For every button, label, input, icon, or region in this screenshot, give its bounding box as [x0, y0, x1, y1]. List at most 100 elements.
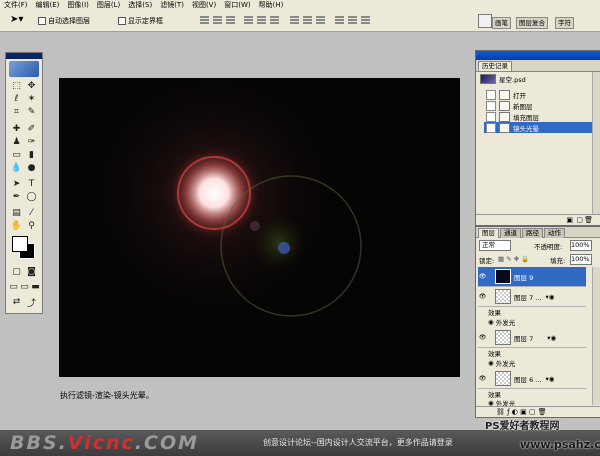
show-bounds-checkbox[interactable]: [118, 17, 126, 25]
clone-stamp-icon[interactable]: ♟: [10, 136, 23, 148]
type-tool-icon[interactable]: T: [25, 178, 38, 190]
align-right-icon[interactable]: [270, 15, 279, 25]
distribute-bottom-icon[interactable]: [316, 15, 325, 25]
layer-effects-icon[interactable]: ▾◉: [545, 293, 554, 301]
distribute-center-icon[interactable]: [348, 15, 357, 25]
history-source-checkbox[interactable]: [486, 111, 496, 122]
history-source-checkbox[interactable]: [486, 89, 496, 100]
well-tab-character[interactable]: 字符: [555, 17, 574, 29]
marquee-tool-icon[interactable]: ⬚: [10, 80, 23, 92]
distribute-middle-icon[interactable]: [303, 15, 312, 25]
align-bottom-icon[interactable]: [226, 15, 235, 25]
layers-scrollbar[interactable]: [592, 267, 600, 405]
tab-layers[interactable]: 图层: [478, 228, 499, 238]
history-snapshot[interactable]: 星空.psd: [480, 73, 592, 84]
history-brush-icon[interactable]: ✑: [25, 136, 38, 148]
effect-outer-glow[interactable]: ◉ 外发光: [488, 317, 586, 327]
history-item-open[interactable]: 打开: [484, 89, 596, 100]
link-layers-icon[interactable]: ⛓ ƒ ◐ ▣ ▢ 🗑: [496, 408, 547, 416]
menu-help[interactable]: 帮助(H): [255, 0, 288, 11]
fill-field[interactable]: 100%: [570, 254, 592, 265]
align-left-icon[interactable]: [244, 15, 253, 25]
blend-mode-select[interactable]: 正常: [479, 240, 511, 251]
pen-tool-icon[interactable]: ✒: [10, 191, 23, 203]
file-browser-icon[interactable]: [478, 14, 492, 28]
standard-mode-icon[interactable]: ▢: [10, 266, 23, 278]
menu-image[interactable]: 图像(I): [63, 0, 93, 11]
dodge-tool-icon[interactable]: ●: [25, 162, 38, 174]
menu-edit[interactable]: 编辑(E): [32, 0, 64, 11]
new-document-icon[interactable]: ▢: [576, 216, 583, 224]
eye-icon[interactable]: 👁: [478, 334, 487, 341]
effects-row[interactable]: 效果: [488, 348, 586, 358]
auto-select-checkbox[interactable]: [38, 17, 46, 25]
new-snapshot-icon[interactable]: ▣: [566, 216, 573, 224]
show-bounds-option[interactable]: 显示定界框: [118, 16, 163, 26]
well-tab-layer-comps[interactable]: 图层复合: [516, 17, 548, 29]
magic-wand-icon[interactable]: ✶: [25, 93, 38, 105]
lasso-tool-icon[interactable]: ℓ: [10, 93, 23, 105]
eye-icon[interactable]: 👁: [478, 273, 487, 280]
menu-filter[interactable]: 滤镜(T): [156, 0, 188, 11]
tab-paths[interactable]: 路径: [522, 228, 543, 238]
opacity-field[interactable]: 100%: [570, 240, 592, 251]
align-center-icon[interactable]: [257, 15, 266, 25]
jump-to-imageready-icon[interactable]: ⤴: [25, 296, 38, 309]
blur-tool-icon[interactable]: 💧: [10, 162, 23, 174]
menu-select[interactable]: 选择(S): [124, 0, 156, 11]
brush-tool-icon[interactable]: ✐: [25, 123, 38, 135]
distribute-top-icon[interactable]: [290, 15, 299, 25]
move-tool-icon[interactable]: ➤▾: [10, 14, 23, 25]
distribute-left-icon[interactable]: [335, 15, 344, 25]
menu-layer[interactable]: 图层(L): [93, 0, 124, 11]
lock-icons[interactable]: ▦ ✎ ✥ 🔒: [498, 255, 529, 263]
document-canvas[interactable]: [59, 78, 460, 377]
effect-outer-glow[interactable]: ◉ 外发光: [488, 358, 586, 368]
quick-mask-icon[interactable]: ◙: [25, 266, 38, 278]
tab-channels[interactable]: 通道: [500, 228, 521, 238]
layer-row[interactable]: 👁 图层 9: [478, 267, 586, 287]
distribute-right-icon[interactable]: [361, 15, 370, 25]
healing-brush-icon[interactable]: ✚: [10, 123, 23, 135]
history-source-checkbox[interactable]: [486, 122, 496, 133]
layer-effects-icon[interactable]: ▾◉: [545, 375, 554, 383]
menu-view[interactable]: 视图(V): [188, 0, 220, 11]
imageready-icon[interactable]: ⇄: [10, 296, 23, 308]
align-top-icon[interactable]: [200, 15, 209, 25]
photoshop-logo-icon[interactable]: [9, 61, 39, 77]
tab-history[interactable]: 历史记录: [478, 61, 512, 71]
history-scrollbar[interactable]: [592, 72, 600, 214]
foreground-color-swatch[interactable]: [12, 236, 28, 252]
effects-row[interactable]: 效果: [488, 307, 586, 317]
eyedropper-icon[interactable]: ⁄: [25, 207, 38, 219]
move-tool-icon[interactable]: ✥: [25, 80, 38, 92]
eye-icon[interactable]: 👁: [478, 293, 487, 300]
layer-row[interactable]: 👁 图层 7 ▾◉: [478, 328, 586, 348]
hand-tool-icon[interactable]: ✋: [10, 220, 23, 232]
gradient-tool-icon[interactable]: ▮: [25, 149, 38, 161]
layer-effects-icon[interactable]: ▾◉: [547, 334, 556, 342]
tab-actions[interactable]: 动作: [544, 228, 565, 238]
path-select-icon[interactable]: ➤: [10, 178, 23, 190]
well-tab-brushes[interactable]: 画笔: [492, 17, 511, 29]
shape-tool-icon[interactable]: ◯: [25, 191, 38, 203]
auto-select-option[interactable]: 自动选择图层: [38, 16, 90, 26]
effect-eye-icon[interactable]: ◉: [488, 359, 496, 367]
effect-eye-icon[interactable]: ◉: [488, 318, 496, 326]
menu-window[interactable]: 窗口(W): [220, 0, 254, 11]
slice-tool-icon[interactable]: ✎: [25, 106, 38, 118]
zoom-tool-icon[interactable]: ⚲: [25, 220, 38, 232]
align-middle-icon[interactable]: [213, 15, 222, 25]
history-item-lens-flare[interactable]: 镜头光晕: [484, 122, 596, 133]
history-item-fill-layer[interactable]: 填充图层: [484, 111, 596, 122]
history-source-checkbox[interactable]: [486, 100, 496, 111]
eye-icon[interactable]: 👁: [478, 375, 487, 382]
layer-row[interactable]: 👁 图层 6 ... ▾◉: [478, 369, 586, 389]
notes-tool-icon[interactable]: ▤: [10, 207, 23, 219]
eraser-tool-icon[interactable]: ▭: [10, 149, 23, 161]
layer-row[interactable]: 👁 图层 7 ... ▾◉: [478, 287, 586, 307]
menu-file[interactable]: 文件(F): [0, 0, 32, 11]
screen-mode-full-icon[interactable]: ▬: [29, 281, 42, 293]
history-item-new-layer[interactable]: 新图层: [484, 100, 596, 111]
crop-tool-icon[interactable]: ⌗: [10, 106, 23, 118]
